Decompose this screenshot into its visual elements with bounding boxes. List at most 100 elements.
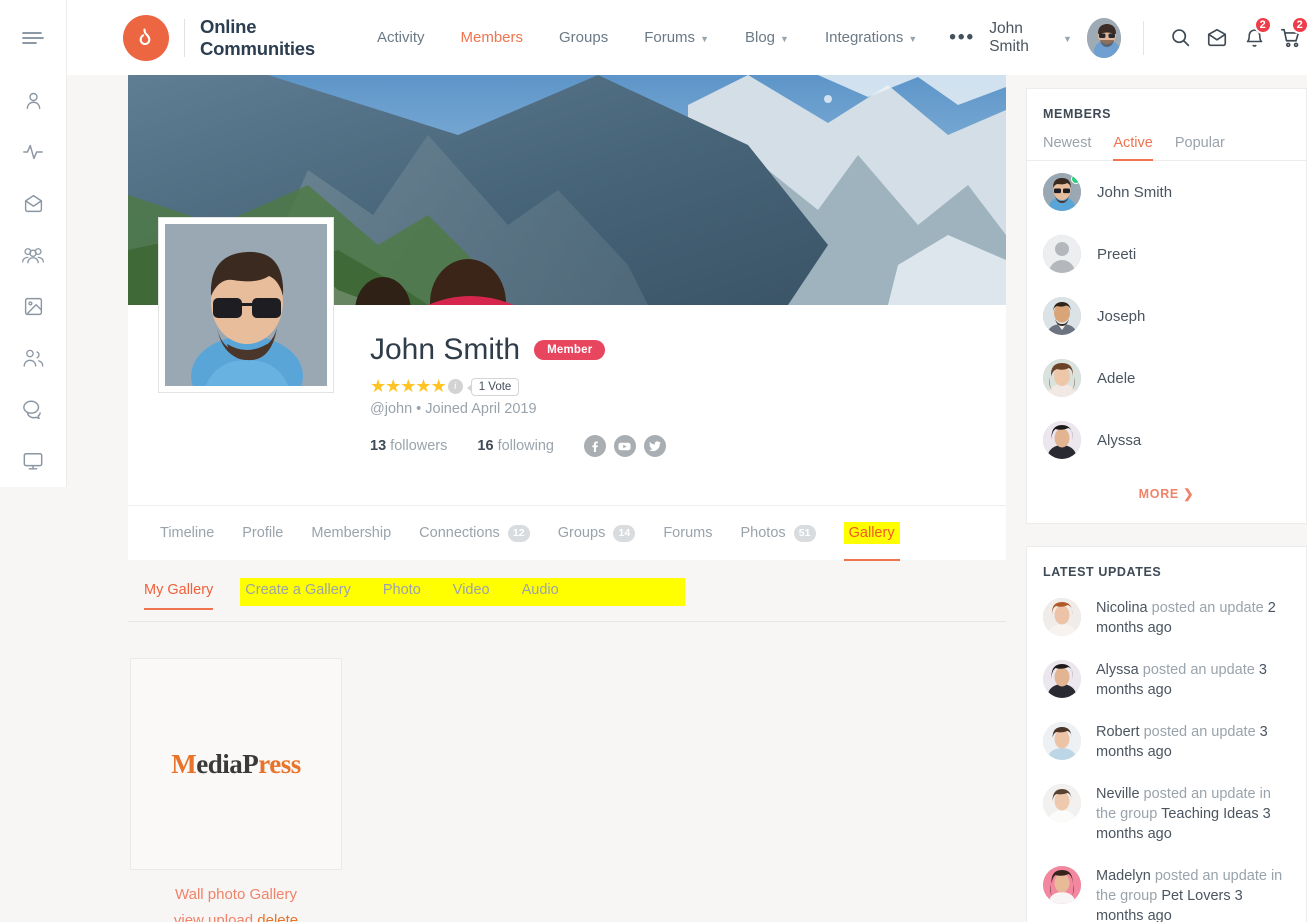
search-icon[interactable] bbox=[1162, 17, 1199, 59]
update-text: Madelyn posted an update in the group Pe… bbox=[1096, 866, 1290, 922]
youtube-icon[interactable] bbox=[613, 435, 636, 457]
update-group[interactable]: Teaching Ideas bbox=[1161, 806, 1259, 822]
tab-timeline[interactable]: Timeline bbox=[146, 506, 228, 560]
members-tab-popular[interactable]: Popular bbox=[1175, 135, 1225, 160]
bell-icon[interactable]: 2 bbox=[1236, 15, 1273, 59]
sidebar-item-messages[interactable] bbox=[0, 178, 67, 229]
tab-connections[interactable]: Connections 12 bbox=[405, 506, 544, 560]
gallery-upload-link[interactable]: upload bbox=[208, 912, 253, 922]
list-item[interactable]: Neville posted an update in the group Te… bbox=[1027, 773, 1306, 855]
following-stat[interactable]: 16 following bbox=[477, 438, 554, 454]
gallery-actions: view upload delete bbox=[130, 912, 342, 922]
nav-label: Activity bbox=[376, 29, 425, 46]
subnav-create-a-gallery[interactable]: Create a Gallery bbox=[229, 578, 367, 598]
subnav-my-gallery[interactable]: My Gallery bbox=[128, 578, 229, 610]
cart-icon[interactable]: 2 bbox=[1273, 15, 1307, 59]
hamburger-icon[interactable] bbox=[0, 0, 67, 75]
brand-line-1: Online bbox=[200, 15, 257, 37]
inbox-icon[interactable] bbox=[1199, 17, 1236, 59]
more-button[interactable]: MORE ❯ bbox=[1139, 487, 1195, 501]
sidebar-item-activity[interactable] bbox=[0, 127, 67, 178]
subnav-audio[interactable]: Audio bbox=[506, 578, 575, 598]
buddypress-logo-icon bbox=[123, 14, 169, 61]
sidebar-item-profile[interactable] bbox=[0, 75, 67, 126]
nav-item-groups[interactable]: Groups bbox=[541, 29, 626, 46]
tab-membership[interactable]: Membership bbox=[297, 506, 405, 560]
tab-photos[interactable]: Photos 51 bbox=[726, 506, 829, 560]
tab-profile[interactable]: Profile bbox=[228, 506, 297, 560]
bell-badge: 2 bbox=[1253, 15, 1272, 34]
sidebar-item-forums[interactable] bbox=[0, 384, 67, 435]
tab-count: 14 bbox=[613, 524, 636, 542]
list-item[interactable]: John Smith bbox=[1027, 161, 1306, 223]
members-widget: MEMBERS Newest Active Popular John Smith bbox=[1026, 88, 1307, 524]
profile-meta: @john • Joined April 2019 bbox=[370, 401, 537, 417]
sidebar-item-friends[interactable] bbox=[0, 333, 67, 384]
sidebar-item-groups[interactable] bbox=[0, 230, 67, 281]
sidebar-item-sites[interactable] bbox=[0, 436, 67, 487]
followers-stat[interactable]: 13 followers bbox=[370, 438, 447, 454]
avatar bbox=[1043, 784, 1081, 822]
tab-label: Forums bbox=[663, 525, 713, 541]
page-title: John Smith bbox=[370, 333, 521, 366]
avatar[interactable] bbox=[1086, 17, 1121, 58]
nav-label: Members bbox=[460, 29, 524, 46]
sidebar-item-media[interactable] bbox=[0, 281, 67, 332]
name-row: John Smith Member bbox=[370, 333, 1006, 367]
nav-item-forums[interactable]: Forums ▼ bbox=[626, 29, 727, 46]
gallery-delete-link[interactable]: delete bbox=[257, 912, 298, 922]
update-action: posted an update bbox=[1142, 662, 1255, 678]
facebook-icon[interactable] bbox=[583, 435, 606, 457]
info-icon[interactable]: i bbox=[447, 379, 463, 394]
primary-nav: Activity Members Groups Forums ▼ Blog ▼ … bbox=[359, 28, 989, 46]
list-item[interactable]: Alyssa bbox=[1027, 409, 1306, 471]
star-icon[interactable]: ★ bbox=[370, 376, 386, 397]
star-icon[interactable]: ★ bbox=[415, 376, 431, 397]
list-item[interactable]: Joseph bbox=[1027, 285, 1306, 347]
gallery-thumbnail[interactable]: MediaPress bbox=[130, 658, 342, 870]
list-item[interactable]: Madelyn posted an update in the group Pe… bbox=[1027, 855, 1306, 922]
list-item[interactable]: Robert posted an update 3 months ago bbox=[1027, 711, 1306, 773]
profile-avatar[interactable] bbox=[158, 217, 334, 393]
rating-row: ★ ★ ★ ★ ★ i 1 Vote bbox=[370, 376, 1006, 397]
nav-item-integrations[interactable]: Integrations ▼ bbox=[807, 29, 935, 46]
subnav-photo[interactable]: Photo bbox=[367, 578, 437, 598]
subnav-video[interactable]: Video bbox=[437, 578, 506, 598]
status-badge: Member bbox=[534, 340, 606, 360]
user-menu[interactable]: John Smith ▼ bbox=[989, 17, 1121, 58]
members-more-row: MORE ❯ bbox=[1027, 471, 1306, 523]
nav-item-blog[interactable]: Blog ▼ bbox=[727, 29, 807, 46]
update-group[interactable]: Pet Lovers bbox=[1161, 888, 1230, 904]
avatar bbox=[1043, 866, 1081, 904]
list-item[interactable]: Adele bbox=[1027, 347, 1306, 409]
tab-label: Membership bbox=[311, 525, 392, 541]
nav-item-activity[interactable]: Activity bbox=[359, 29, 443, 46]
members-widget-title: MEMBERS bbox=[1043, 107, 1112, 121]
nav-item-members[interactable]: Members bbox=[443, 29, 542, 46]
brand-line-2: Communities bbox=[200, 37, 315, 59]
star-icon[interactable]: ★ bbox=[385, 376, 401, 397]
chevron-down-icon: ▼ bbox=[908, 33, 918, 44]
star-icon[interactable]: ★ bbox=[431, 376, 447, 397]
gallery-view-link[interactable]: view bbox=[174, 912, 204, 922]
tab-forums[interactable]: Forums bbox=[649, 506, 726, 560]
list-item[interactable]: Preeti bbox=[1027, 223, 1306, 285]
tab-groups[interactable]: Groups 14 bbox=[544, 506, 650, 560]
twitter-icon[interactable] bbox=[643, 435, 666, 457]
header-right: John Smith ▼ 2 2 bbox=[989, 15, 1307, 59]
brand-name: Online Communities bbox=[200, 16, 315, 60]
nav-label: Forums bbox=[644, 29, 696, 46]
list-item[interactable]: Nicolina posted an update 2 months ago bbox=[1027, 587, 1306, 649]
avatar bbox=[1043, 173, 1081, 211]
star-icon[interactable]: ★ bbox=[400, 376, 416, 397]
brand[interactable]: Online Communities bbox=[123, 14, 315, 61]
gallery-title[interactable]: Wall photo Gallery bbox=[130, 886, 342, 903]
tab-gallery[interactable]: Gallery bbox=[830, 506, 914, 561]
avatar bbox=[1043, 421, 1081, 459]
nav-more-button[interactable]: ••• bbox=[935, 28, 989, 46]
members-tab-newest[interactable]: Newest bbox=[1043, 135, 1091, 160]
list-item[interactable]: Alyssa posted an update 3 months ago bbox=[1027, 649, 1306, 711]
update-text: Robert posted an update 3 months ago bbox=[1096, 722, 1290, 762]
members-widget-tabs: Newest Active Popular bbox=[1027, 121, 1306, 161]
members-tab-active[interactable]: Active bbox=[1113, 135, 1153, 161]
